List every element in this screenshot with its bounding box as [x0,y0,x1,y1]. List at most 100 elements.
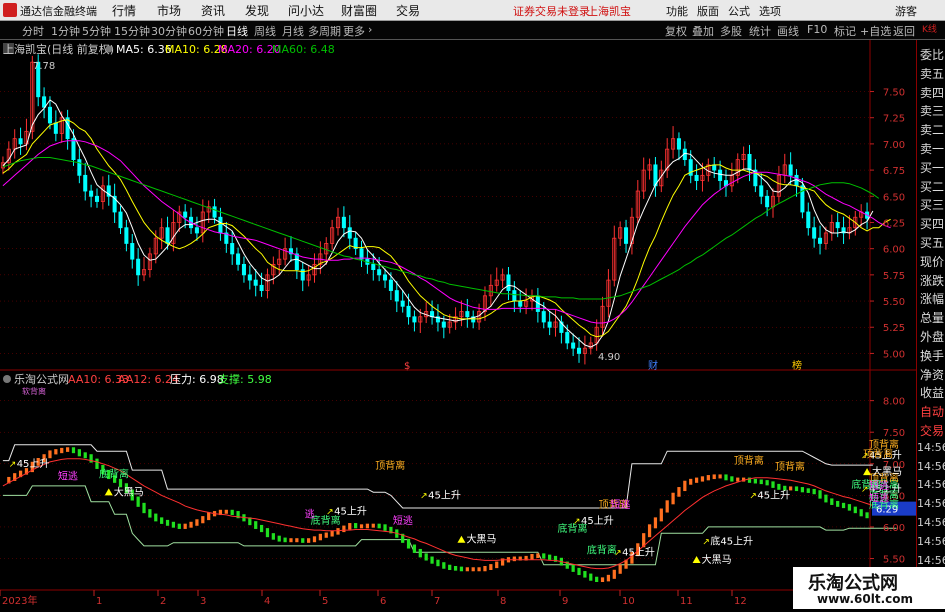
tool-draw-button[interactable]: 画线 [777,23,799,39]
signal-label: 底背离 [311,514,341,527]
login-status[interactable]: 证券交易未登录 [513,3,590,19]
indicator-bar [89,454,93,463]
tool-stats-button[interactable]: 统计 [749,23,771,39]
candle-body [89,190,94,197]
signal-label: 短逃 [610,498,630,511]
tool-adjust-button[interactable]: 复权 [665,23,687,39]
tab-period-30min[interactable]: 30分钟 [151,23,187,39]
candle-body [465,311,470,318]
tab-period-intraday[interactable]: 分时 [22,23,44,39]
signal-label: 底45上升 [710,535,753,548]
indicator-bar [465,567,469,572]
menu-item-trade[interactable]: 交易 [396,2,420,19]
indicator-bar [330,530,334,537]
signal-label: 顶背离 [869,438,899,451]
time-tick-label: 12 [734,596,747,607]
menu-item-ask[interactable]: 问小达 [288,2,324,19]
tab-period-1min[interactable]: 1分钟 [51,23,80,39]
up-arrow-icon: ↗ [749,492,757,502]
kline-chart-svg[interactable]: 7.50 7.25 7.00 6.75 6.50 6.25 6.00 5.75 5.50 5.25… [0,40,945,609]
indicator-settings-icon[interactable] [3,375,11,383]
time-tick-label: 5 [322,596,328,607]
menu-item-fortune[interactable]: 财富圈 [341,2,377,19]
indicator-bar [830,498,834,505]
period-toolbar: 分时 1分钟 5分钟 15分钟 30分钟 60分钟 日线 周线 月线 多周期 更… [0,21,945,40]
tab-period-5min[interactable]: 5分钟 [82,23,111,39]
indicator-bar [612,569,616,579]
chart-area[interactable]: 7.50 7.25 7.00 6.75 6.50 6.25 6.00 5.75 5.50 5.25… [0,40,945,609]
indicator-bar [189,521,193,528]
indicator-bar [277,535,281,542]
tool-back-button[interactable]: 返回 [893,23,915,39]
signal-label: 大黑马 [702,553,732,566]
tool-watchlist-button[interactable]: +自选 [860,23,891,39]
candle-body [247,274,252,281]
tab-period-multi[interactable]: 多周期 [308,23,341,39]
tool-mark-button[interactable]: 标记 [834,23,856,39]
tab-period-weekly[interactable]: 周线 [254,23,276,39]
signal-label: 短逃 [393,514,413,527]
time-tick-label: 11 [680,596,693,607]
event-dividend-marker[interactable]: $ [404,361,410,372]
indicator-bar [160,517,164,524]
quote-field-label: 换手 [919,348,944,363]
candle-body [547,321,552,328]
tab-period-more[interactable]: 更多 [343,23,365,39]
menu-item-options[interactable]: 选项 [759,3,781,19]
indicator-bar [730,476,734,482]
menu-item-market2[interactable]: 市场 [157,2,181,19]
candle-body [712,164,717,171]
tool-f10-button[interactable]: F10 [807,23,827,36]
indicator-bar [483,566,487,572]
indicator-bar [359,524,364,529]
indicator-bar [824,494,828,503]
quote-field-label: 卖二 [919,123,944,138]
tab-period-15min[interactable]: 15分钟 [114,23,150,39]
indicator-bar [548,554,552,560]
tab-period-daily[interactable]: 日线 [226,23,248,39]
menu-item-formula[interactable]: 公式 [728,3,750,19]
indicator-bar [618,564,622,574]
indicator-bar [142,502,146,514]
candle-body [118,211,123,229]
event-finance-marker[interactable]: 财 [648,359,658,372]
tab-period-monthly[interactable]: 月线 [282,23,304,39]
menu-item-discover[interactable]: 发现 [245,2,269,19]
quote-field-label: 买五 [919,236,944,250]
indicator-bar [201,516,205,524]
indicator-bar [377,523,381,529]
indicator-bar [647,524,652,538]
indicator-bar [595,576,599,582]
indicator-bar [342,525,346,533]
candle-body [371,263,376,271]
quote-field-label[interactable]: 自动 [917,403,945,420]
candle-body [218,216,223,234]
indicator-bar [800,487,805,493]
menu-item-function[interactable]: 功能 [666,3,688,19]
time-axis: 2023年 1 2 3 4 5 6 7 8 9 10 11 12 [0,590,747,607]
indicator-bar [424,553,428,561]
window-buttons[interactable] [800,2,880,18]
tab-period-60min[interactable]: 60分钟 [188,23,224,39]
indicator-bar [671,492,675,505]
signal-annotations: ↗ 45上升↗ 45上升↗ 45上升↗ 45上升↗ 45上升↗ 45上升↗ 45上升↗ 45上升… [9,438,902,566]
time-tick-label: 10 [622,596,635,607]
menu-item-news[interactable]: 资讯 [201,2,225,19]
event-rank-marker[interactable]: 榜 [792,359,802,372]
main-y-tick-label: 6.75 [883,166,905,177]
candle-body [441,321,446,328]
indicator-bar [183,523,187,529]
candle-body [47,106,52,124]
indicator-bar [477,567,481,572]
signal-label: 45上升 [757,490,790,502]
main-y-tick-label: 6.25 [883,218,905,229]
menu-item-market[interactable]: 行情 [112,2,136,19]
user-name[interactable]: 游客 [895,3,917,19]
indicator-bar [306,538,311,543]
indicator-bar [818,490,822,499]
ma-lines [2,99,891,348]
indicator-bar [571,564,575,572]
tool-overlay-button[interactable]: 叠加 [692,23,714,39]
menu-item-layout[interactable]: 版面 [697,3,719,19]
tool-multistock-button[interactable]: 多股 [720,23,742,39]
